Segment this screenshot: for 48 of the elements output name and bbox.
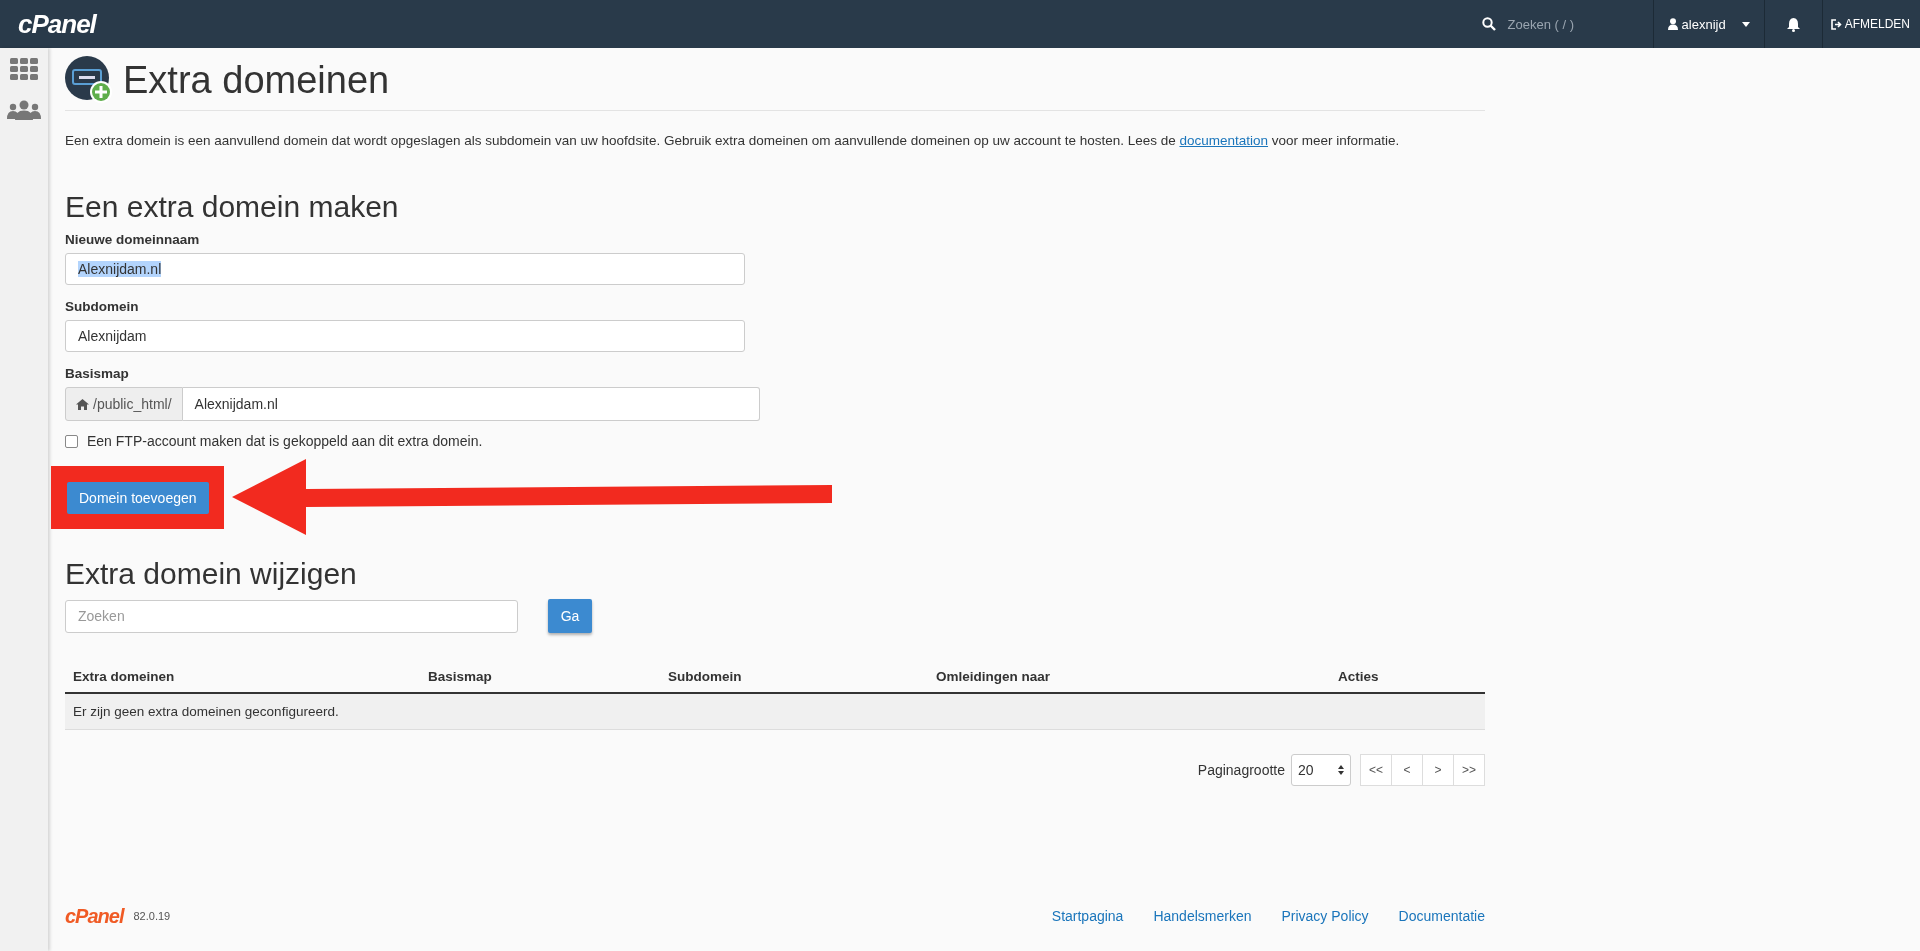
text-field[interactable]: Alexnijdam.nl (182, 387, 760, 421)
user-icon (1667, 18, 1678, 30)
domain-add-icon (65, 56, 113, 104)
field-label: Basismap (65, 366, 130, 381)
page-size-label: Paginagrootte (1197, 762, 1285, 778)
add-domain-button[interactable]: Domein toevoegen (67, 481, 209, 514)
checkbox-label: Een FTP-account maken dat is gekoppeld aan dit extra domein. (87, 433, 483, 449)
footer-link[interactable]: Privacy Policy (1281, 908, 1369, 924)
intro-text: Een extra domein is een aanvullend domein dat wordt opgeslagen als subdomein van uw hoofdsite. Gebruik extra domeinen om aanvullende domeinen op uw account te hosten. Lees de documentation voor meer informatie. (65, 132, 1401, 150)
footer-link[interactable]: Documentatie (1398, 908, 1485, 924)
section-heading: Extra domein wijzigen (65, 557, 358, 591)
checkbox[interactable] (65, 434, 78, 448)
text-field[interactable]: Alexnijdam (65, 320, 745, 352)
logout-button[interactable]: AFMELDEN (1822, 17, 1920, 31)
version-text: 82.0.19 (133, 910, 171, 922)
field-label: Subdomein (65, 299, 140, 314)
field-label: Nieuwe domeinnaam (65, 232, 201, 247)
column-header: Subdomein (668, 669, 743, 684)
users-icon[interactable] (7, 100, 41, 120)
cpanel-logo[interactable]: cPanel (18, 8, 96, 40)
pagination-button[interactable]: << (1360, 754, 1392, 786)
go-button[interactable]: Ga (548, 599, 592, 633)
footer-link[interactable]: Startpagina (1051, 908, 1124, 924)
column-header: Basismap (428, 669, 493, 684)
footer-link[interactable]: Handelsmerken (1153, 908, 1252, 924)
pagination-button[interactable]: > (1422, 754, 1454, 786)
page-title: Extra domeinen (123, 58, 390, 102)
path-prefix: /public_html/ (65, 387, 183, 421)
spinner-icon (1338, 765, 1344, 775)
logout-icon (1830, 18, 1842, 30)
pagination-button[interactable]: < (1391, 754, 1423, 786)
column-header: Acties (1338, 669, 1380, 684)
empty-message: Er zijn geen extra domeinen geconfigureerd. (73, 704, 340, 719)
caret-icon (1741, 21, 1750, 27)
home-icon (76, 398, 89, 410)
text-field[interactable]: Alexnijdam.nl (65, 253, 745, 285)
documentation-link[interactable]: documentation (1179, 133, 1269, 148)
user-menu[interactable]: alexnijd (1653, 0, 1765, 48)
cpanel-logo: cPanel (65, 904, 124, 928)
bell-icon[interactable] (1786, 16, 1800, 32)
pagination-button[interactable]: >> (1453, 754, 1485, 786)
section-heading: Een extra domein maken (65, 190, 400, 224)
page-size-select[interactable]: 20 (1291, 754, 1351, 786)
column-header: Omleidingen naar (936, 669, 1052, 684)
search-icon (1481, 17, 1496, 31)
search-field[interactable]: Zoeken ( / ) (1465, 0, 1654, 48)
column-header: Extra domeinen (73, 669, 176, 684)
grid-icon[interactable] (10, 58, 38, 80)
